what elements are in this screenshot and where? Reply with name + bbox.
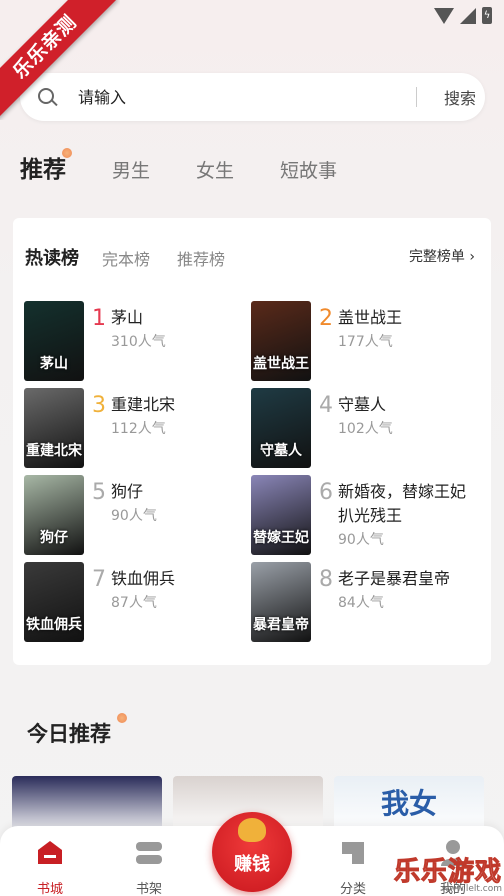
promo-ribbon: 乐乐亲测 (0, 0, 120, 120)
money-bag-icon (238, 818, 266, 842)
ranking-card: 热读榜 完本榜 推荐榜 完整榜单 › 茅山 1 茅山 310人气 盖世战王 2 盖世战王 17… (13, 218, 491, 665)
book-item[interactable]: 替嫁王妃 6 新婚夜，替嫁王妃扒光残王 90人气 (251, 475, 481, 557)
book-title[interactable]: 狗仔 (111, 480, 251, 504)
book-item[interactable]: 狗仔 5 狗仔 90人气 (24, 475, 254, 557)
book-item[interactable]: 茅山 1 茅山 310人气 (24, 301, 254, 383)
book-item[interactable]: 重建北宋 3 重建北宋 112人气 (24, 388, 254, 470)
category-icon (342, 842, 364, 864)
ribbon-text: 乐乐亲测 (0, 0, 118, 120)
rank-tab-hot[interactable]: 热读榜 (25, 244, 79, 270)
today-card-3-text: 我女 (380, 787, 437, 820)
book-popularity: 102人气 (338, 421, 393, 437)
book-cover-text: 铁血佣兵 (26, 617, 82, 633)
earn-money-label: 赚钱 (234, 854, 270, 875)
bookstore-icon (38, 841, 62, 864)
book-rank-number: 1 (92, 306, 106, 331)
book-cover-text: 替嫁王妃 (253, 530, 309, 546)
book-title[interactable]: 铁血佣兵 (111, 567, 251, 591)
book-cover-text: 守墓人 (260, 443, 302, 459)
book-cover[interactable]: 守墓人 (251, 388, 311, 468)
book-rank-number: 3 (92, 393, 106, 418)
book-cover-text: 盖世战王 (253, 356, 309, 372)
earn-money-button[interactable]: 赚钱 (212, 812, 292, 892)
book-rank-number: 6 (319, 480, 333, 505)
book-rank-number: 7 (92, 567, 106, 592)
book-rank-number: 4 (319, 393, 333, 418)
book-cover-text: 重建北宋 (26, 443, 82, 459)
today-title: 今日推荐 (27, 722, 111, 746)
book-cover[interactable]: 替嫁王妃 (251, 475, 311, 555)
book-popularity: 90人气 (111, 508, 157, 524)
battery-icon: ϟ (482, 7, 492, 24)
tab-recommend[interactable]: 推荐 (20, 150, 66, 184)
today-title-dot (117, 713, 127, 723)
book-title[interactable]: 守墓人 (338, 393, 478, 417)
book-popularity: 87人气 (111, 595, 157, 611)
search-divider (416, 87, 417, 107)
book-popularity: 310人气 (111, 334, 166, 350)
book-title[interactable]: 盖世战王 (338, 306, 478, 330)
book-cover[interactable]: 茅山 (24, 301, 84, 381)
book-cover[interactable]: 狗仔 (24, 475, 84, 555)
tab-male[interactable]: 男生 (112, 156, 150, 183)
tab-indicator-dot (62, 148, 72, 158)
book-popularity: 112人气 (111, 421, 166, 437)
book-cover-text: 暴君皇帝 (253, 617, 309, 633)
wifi-icon (434, 7, 454, 24)
book-rank-number: 5 (92, 480, 106, 505)
rank-tab-finished[interactable]: 完本榜 (102, 246, 150, 270)
book-rank-number: 8 (319, 567, 333, 592)
watermark-text: 乐乐游戏 (393, 857, 502, 888)
book-item[interactable]: 暴君皇帝 8 老子是暴君皇帝 84人气 (251, 562, 481, 644)
search-input[interactable] (78, 85, 398, 109)
nav-bookshelf-label: 书架 (135, 882, 162, 896)
nav-bookstore-label: 书城 (36, 882, 63, 896)
book-cover[interactable]: 重建北宋 (24, 388, 84, 468)
search-button[interactable]: 搜索 (444, 85, 476, 109)
tab-female[interactable]: 女生 (196, 156, 234, 183)
book-item[interactable]: 盖世战王 2 盖世战王 177人气 (251, 301, 481, 383)
tab-short-story[interactable]: 短故事 (280, 156, 337, 183)
full-list-link[interactable]: 完整榜单 › (409, 246, 475, 266)
book-item[interactable]: 守墓人 4 守墓人 102人气 (251, 388, 481, 470)
book-cover-text: 狗仔 (40, 530, 68, 546)
book-title[interactable]: 老子是暴君皇帝 (338, 567, 478, 591)
book-title[interactable]: 新婚夜，替嫁王妃扒光残王 (338, 480, 478, 528)
signal-icon (460, 7, 476, 24)
book-cover[interactable]: 盖世战王 (251, 301, 311, 381)
book-popularity: 90人气 (338, 532, 384, 548)
rank-tab-recommended[interactable]: 推荐榜 (177, 246, 225, 270)
book-popularity: 84人气 (338, 595, 384, 611)
bookshelf-icon (136, 842, 162, 864)
book-popularity: 177人气 (338, 334, 393, 350)
book-rank-number: 2 (319, 306, 333, 331)
book-item[interactable]: 铁血佣兵 7 铁血佣兵 87人气 (24, 562, 254, 644)
watermark-logo: 乐乐游戏 www.lelt.com (393, 851, 502, 895)
book-cover-text: 茅山 (40, 356, 68, 372)
book-title[interactable]: 茅山 (111, 306, 251, 330)
book-title[interactable]: 重建北宋 (111, 393, 251, 417)
nav-category-label: 分类 (339, 882, 366, 896)
book-cover[interactable]: 铁血佣兵 (24, 562, 84, 642)
book-cover[interactable]: 暴君皇帝 (251, 562, 311, 642)
